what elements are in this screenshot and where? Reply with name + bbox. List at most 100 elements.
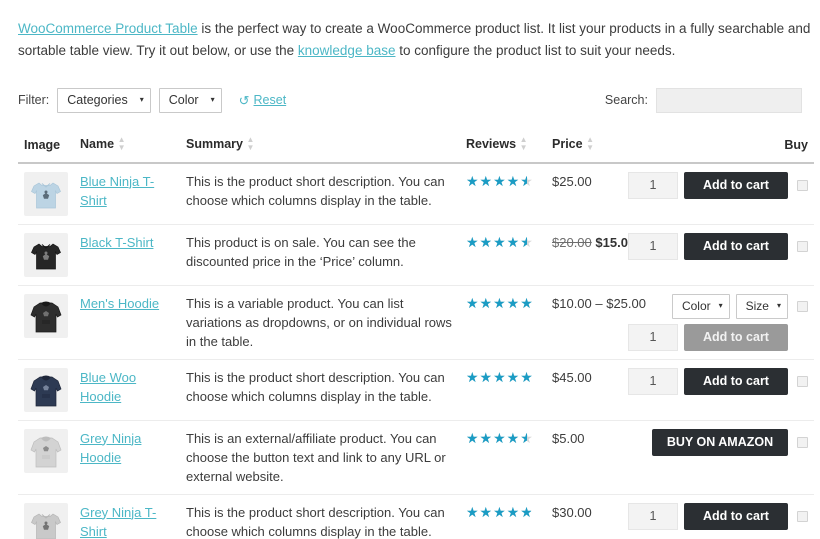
rating-stars-filled: ★★★★★: [466, 504, 532, 519]
sort-arrows-icon[interactable]: ▲ ▼: [117, 135, 126, 152]
buy-controls: Color ▾ Size ▾ Add to cart: [628, 293, 808, 351]
knowledge-base-link[interactable]: knowledge base: [298, 43, 396, 58]
rating-stars-filled: ★★★★★: [466, 295, 534, 310]
product-name-link[interactable]: Men's Hoodie: [80, 296, 159, 311]
table-row: Grey Ninja T-Shirt This is the product s…: [18, 494, 814, 539]
product-table-page: WooCommerce Product Table is the perfect…: [0, 14, 820, 539]
grey-ninja-hoodie-thumbnail[interactable]: [24, 428, 68, 473]
cell-image: [18, 285, 74, 360]
quantity-input[interactable]: [628, 232, 678, 260]
buy-row: BUY ON AMAZON: [652, 428, 808, 456]
grey-ninja-tshirt-thumbnail[interactable]: [24, 502, 68, 539]
column-header-summary[interactable]: Summary ▲ ▼: [180, 129, 460, 164]
row-checkbox[interactable]: [797, 375, 808, 387]
black-tshirt-thumbnail[interactable]: [24, 232, 68, 277]
add-to-cart-button[interactable]: Add to cart: [684, 367, 788, 395]
column-header-name[interactable]: Name ▲ ▼: [74, 129, 180, 164]
variation-select-size[interactable]: Size ▾: [735, 293, 788, 319]
cell-image: [18, 224, 74, 286]
cell-buy: Add to cart: [628, 359, 814, 421]
add-to-cart-button[interactable]: Add to cart: [684, 232, 788, 260]
column-header-price[interactable]: Price ▲ ▼: [546, 129, 638, 164]
price-original: $20.00: [552, 234, 592, 250]
add-to-cart-button[interactable]: Add to cart: [684, 502, 788, 530]
cell-summary: This is an external/affiliate product. Y…: [180, 420, 460, 495]
cell-name: Blue Woo Hoodie: [74, 359, 180, 421]
woocommerce-product-table-link[interactable]: WooCommerce Product Table: [18, 21, 198, 36]
row-select-slot: [794, 240, 808, 252]
cell-reviews: ★★★★★ ★★★★★: [460, 359, 546, 421]
add-to-cart-button[interactable]: Add to cart: [684, 171, 788, 199]
product-table: Image Name ▲ ▼ Summary ▲ ▼ Reviews ▲ ▼ P…: [18, 129, 814, 539]
filter-categories-select[interactable]: Categories ▾: [57, 87, 151, 113]
variation-select-color[interactable]: Color ▾: [671, 293, 730, 319]
column-header-buy-label: Buy: [784, 137, 808, 152]
rating-stars: ★★★★★ ★★★★★: [466, 235, 534, 249]
cell-summary: This is the product short description. Y…: [180, 359, 460, 421]
cell-reviews: ★★★★★ ★★★★★: [460, 162, 546, 225]
cell-image: [18, 420, 74, 495]
quantity-input[interactable]: [628, 502, 678, 530]
product-name-link[interactable]: Grey Ninja T-Shirt: [80, 505, 156, 539]
rating-stars: ★★★★★ ★★★★★: [466, 174, 534, 188]
cell-name: Grey Ninja T-Shirt: [74, 494, 180, 539]
table-head: Image Name ▲ ▼ Summary ▲ ▼ Reviews ▲ ▼ P…: [18, 129, 814, 164]
intro-text-part-2: to configure the product list to suit yo…: [395, 42, 676, 58]
filter-categories-label: Categories: [67, 93, 128, 107]
product-name-link[interactable]: Grey Ninja Hoodie: [80, 431, 141, 465]
cell-summary: This product is on sale. You can see the…: [180, 224, 460, 286]
quantity-input[interactable]: [628, 323, 678, 351]
row-checkbox[interactable]: [797, 510, 808, 522]
price-value: $10.00 – $25.00: [552, 295, 646, 311]
cell-buy: Add to cart: [628, 494, 814, 539]
reset-filters[interactable]: ↺ Reset: [239, 93, 287, 107]
product-name-link[interactable]: Black T-Shirt: [80, 235, 153, 250]
cell-price: $5.00: [546, 420, 638, 495]
column-header-reviews[interactable]: Reviews ▲ ▼: [460, 129, 546, 164]
filter-label: Filter:: [18, 93, 50, 107]
blue-ninja-tshirt-thumbnail[interactable]: [24, 171, 68, 216]
buy-controls: Add to cart: [628, 232, 808, 260]
table-row: Blue Woo Hoodie This is the product shor…: [18, 359, 814, 421]
cell-reviews: ★★★★★ ★★★★★: [460, 285, 546, 360]
cell-reviews: ★★★★★ ★★★★★: [460, 224, 546, 286]
variation-label-color: Color: [681, 298, 711, 313]
product-name-link[interactable]: Blue Ninja T-Shirt: [80, 174, 154, 208]
quantity-input[interactable]: [628, 171, 678, 199]
cell-summary: This is a variable product. You can list…: [180, 285, 460, 360]
sort-arrows-icon[interactable]: ▲ ▼: [246, 135, 255, 152]
search-group: Search:: [605, 87, 802, 113]
mens-hoodie-thumbnail[interactable]: [24, 293, 68, 338]
row-checkbox[interactable]: [797, 300, 808, 312]
row-checkbox[interactable]: [797, 436, 808, 448]
rating-stars: ★★★★★ ★★★★★: [466, 370, 534, 384]
sort-arrows-icon[interactable]: ▲ ▼: [586, 135, 595, 152]
reset-link-label[interactable]: Reset: [254, 93, 287, 107]
chevron-down-icon: ▾: [718, 301, 723, 310]
row-checkbox[interactable]: [797, 179, 808, 191]
cell-price: $20.00 $15.00: [546, 224, 638, 286]
blue-woo-hoodie-thumbnail[interactable]: [24, 367, 68, 412]
sort-arrows-icon[interactable]: ▲ ▼: [519, 135, 528, 152]
row-checkbox[interactable]: [797, 240, 808, 252]
add-to-cart-button[interactable]: Add to cart: [684, 323, 788, 351]
cell-name: Blue Ninja T-Shirt: [74, 162, 180, 225]
buy-controls: Add to cart: [628, 367, 808, 395]
buy-on-amazon-button[interactable]: BUY ON AMAZON: [652, 428, 788, 456]
chevron-down-icon: ▾: [776, 301, 781, 310]
row-select-slot: [794, 510, 808, 522]
column-header-image: Image: [18, 129, 74, 164]
column-header-name-label: Name: [80, 136, 115, 151]
cell-price: $10.00 – $25.00: [546, 285, 646, 360]
variation-label-size: Size: [745, 298, 769, 313]
search-input[interactable]: [656, 87, 802, 113]
buy-controls: BUY ON AMAZON: [644, 428, 808, 456]
filter-color-select[interactable]: Color ▾: [158, 87, 222, 113]
product-name-link[interactable]: Blue Woo Hoodie: [80, 370, 136, 404]
table-controls: Filter: Categories ▾ Color ▾ ↺ Reset Sea…: [12, 87, 808, 122]
rating-stars: ★★★★★ ★★★★★: [466, 431, 534, 445]
price-value: $5.00: [552, 430, 585, 446]
cell-buy: Color ▾ Size ▾ Add to cart: [628, 285, 814, 360]
quantity-input[interactable]: [628, 367, 678, 395]
cell-name: Men's Hoodie: [74, 285, 180, 360]
